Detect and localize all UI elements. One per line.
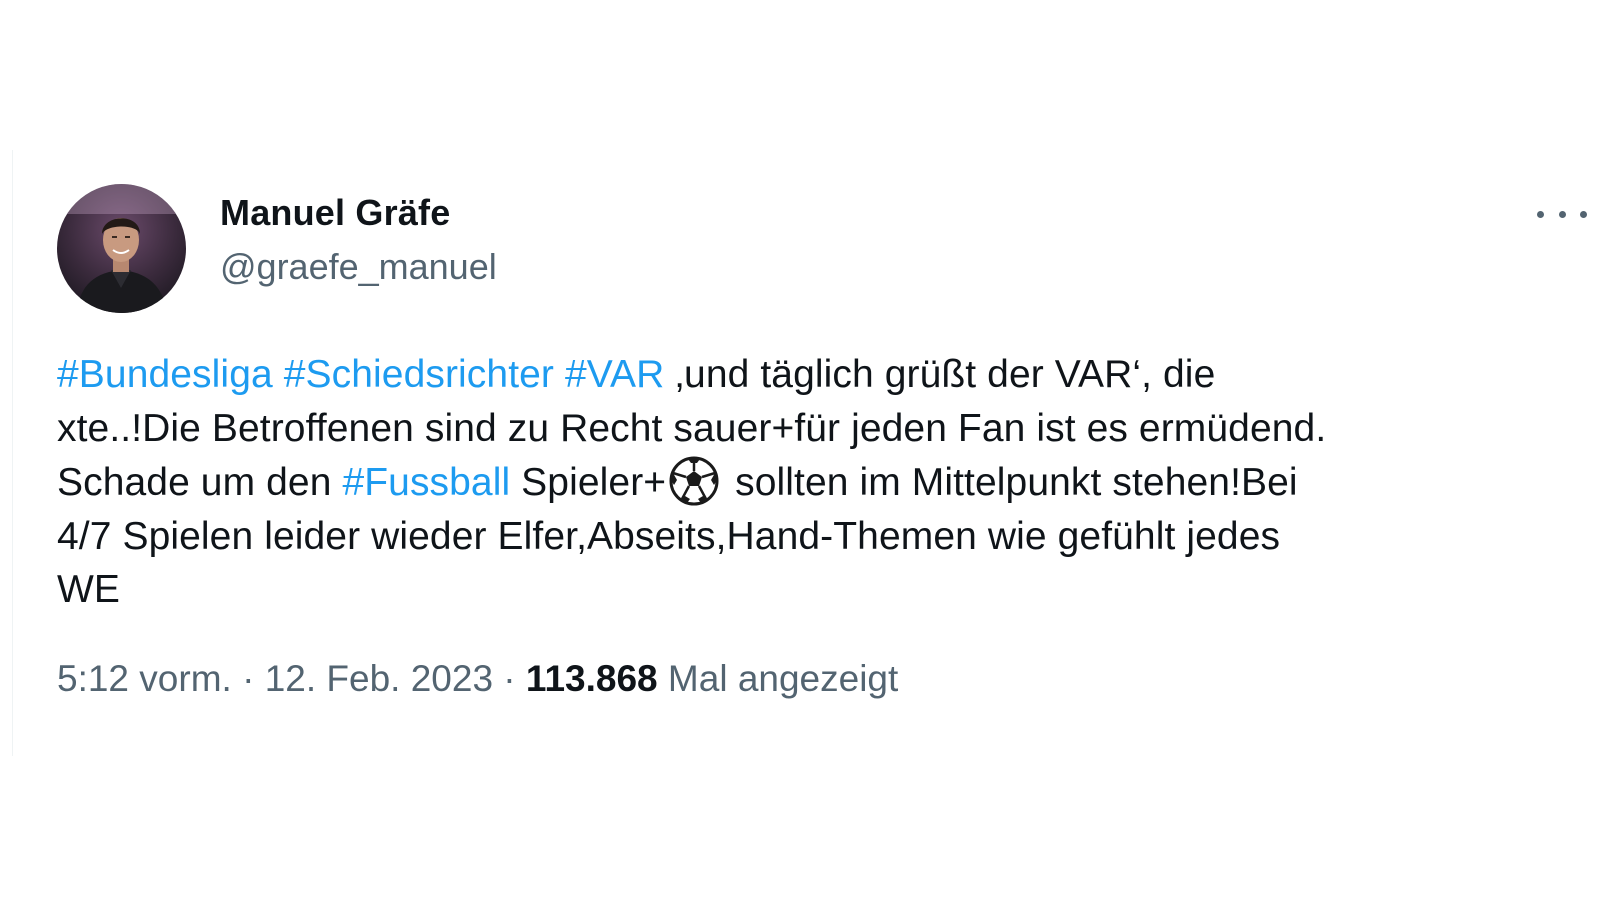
meta-separator: · [231, 658, 265, 699]
hashtag-bundesliga[interactable]: #Bundesliga [57, 353, 273, 396]
hashtag-var[interactable]: #VAR [565, 353, 664, 396]
tweet-text-segment: Schade um den [57, 461, 343, 504]
tweet-timestamp-time[interactable]: 5:12 vorm. [57, 658, 232, 699]
tweet-line-4: 4/7 Spielen leider wieder Elfer,Abseits,… [57, 514, 1281, 558]
hashtag-schiedsrichter[interactable]: #Schiedsrichter [284, 353, 554, 396]
tweet-meta: 5:12 vorm. · 12. Feb. 2023 · 113.868 Mal… [57, 658, 898, 700]
hashtag-fussball[interactable]: #Fussball [342, 461, 510, 504]
tweet-text-segment: ‚und täglich grüßt der VAR‘, die [664, 353, 1216, 396]
tweet-line-3: Schade um den #Fussball Spieler+ sollten… [57, 455, 1557, 510]
avatar[interactable] [57, 184, 186, 313]
tweet-line-1: #Bundesliga #Schiedsrichter #VAR ‚und tä… [57, 348, 1557, 402]
profile-photo-icon [57, 184, 186, 313]
author-handle[interactable]: @graefe_manuel [220, 246, 497, 288]
views-label: Mal angezeigt [657, 658, 899, 699]
author-display-name[interactable]: Manuel Gräfe [220, 192, 450, 234]
tweet-text-segment: sollten im Mittelpunkt stehen!Bei [724, 461, 1298, 504]
tweet-text: #Bundesliga #Schiedsrichter #VAR ‚und tä… [57, 348, 1557, 617]
dot [1537, 210, 1544, 218]
meta-separator: · [493, 658, 526, 699]
tweet-line-5: WE [57, 568, 121, 611]
tweet-text-segment: Spieler+ [510, 461, 667, 504]
soccer-ball-icon [668, 455, 720, 507]
views-count: 113.868 [525, 658, 658, 699]
dot [1580, 210, 1587, 218]
tweet-timestamp-date[interactable]: 12. Feb. 2023 [265, 658, 493, 699]
more-options-icon[interactable] [1537, 202, 1587, 226]
tweet-line-2: xte..!Die Betroffenen sind zu Recht saue… [57, 406, 1327, 450]
tweet-card: Manuel Gräfe @graefe_manuel #Bundesliga … [12, 150, 1600, 756]
dot [1558, 210, 1566, 218]
